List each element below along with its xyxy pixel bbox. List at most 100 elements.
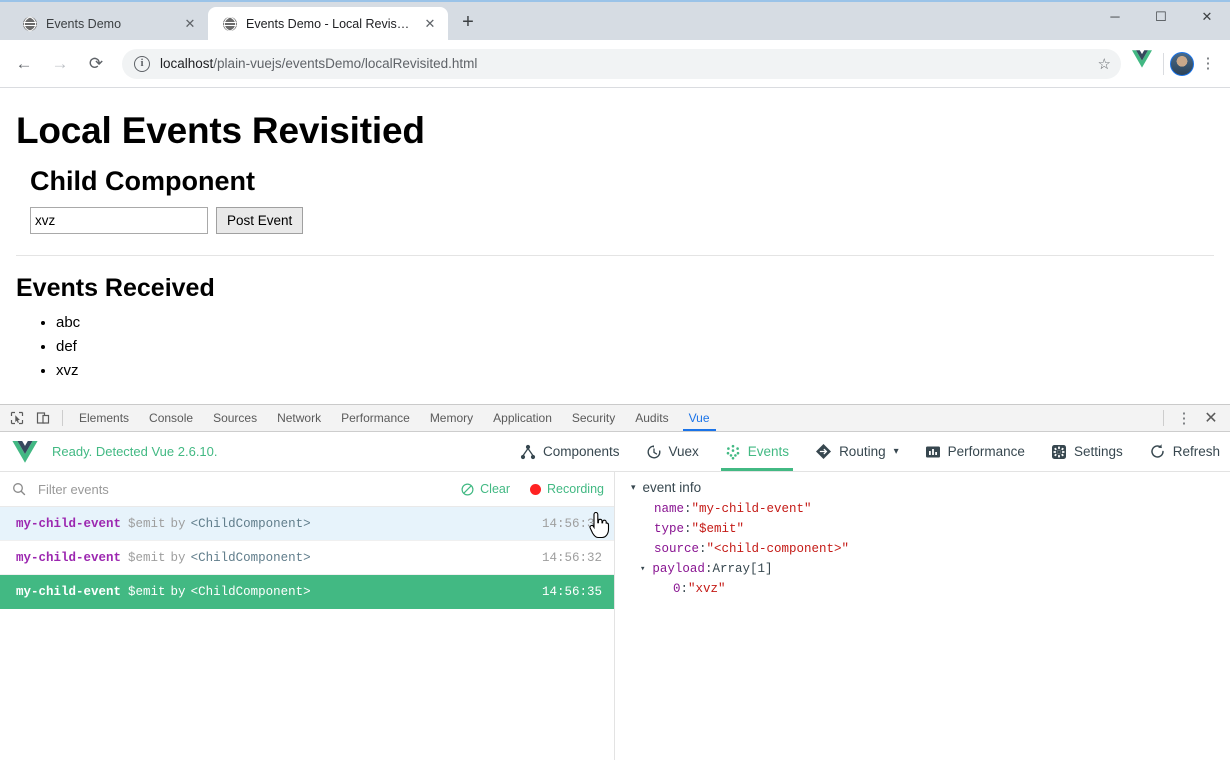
browser-tab-2[interactable]: Events Demo - Local Revisited ✕ — [208, 7, 448, 40]
devtools-tabbar-actions: ⋮ ✕ — [1157, 406, 1230, 430]
tab-title: Events Demo - Local Revisited — [246, 16, 412, 31]
table-row[interactable]: my-child-event $emit by <ChildComponent>… — [0, 541, 614, 575]
vue-nav-label: Components — [542, 444, 620, 459]
vue-nav-label: Settings — [1073, 444, 1123, 459]
info-value: "<child-component>" — [706, 542, 850, 556]
vue-nav-performance[interactable]: Performance — [925, 432, 1025, 471]
event-name: my-child-event — [16, 550, 122, 565]
list-item: xvz — [56, 359, 1214, 383]
avatar[interactable] — [1170, 51, 1194, 76]
table-row[interactable]: my-child-event $emit by <ChildComponent>… — [0, 575, 614, 609]
event-info-header[interactable]: ▾ event info — [631, 480, 1230, 495]
event-timestamp: 14:56:31 — [541, 516, 602, 531]
devtools-close-icon[interactable]: ✕ — [1198, 406, 1224, 430]
events-dots-icon — [725, 444, 741, 460]
event-name: my-child-event — [16, 584, 122, 599]
event-source: <ChildComponent> — [190, 550, 311, 565]
close-icon[interactable]: ✕ — [182, 16, 198, 32]
event-info-title: event info — [642, 480, 702, 495]
event-source: <ChildComponent> — [190, 516, 311, 531]
page-viewport: Local Events Revisitied Child Component … — [0, 88, 1230, 404]
vue-nav: Components Vuex Events Routing ▾ Perform… — [494, 432, 1220, 471]
maximize-button[interactable]: ☐ — [1138, 0, 1184, 34]
event-timestamp: 14:56:35 — [541, 584, 602, 599]
new-tab-button[interactable]: + — [454, 9, 482, 37]
forward-button[interactable]: → — [44, 48, 76, 80]
event-payload-input[interactable] — [30, 207, 208, 234]
info-value: "xvz" — [688, 582, 726, 596]
tab-strip: Events Demo ✕ Events Demo - Local Revisi… — [0, 0, 1230, 40]
vue-nav-refresh[interactable]: Refresh — [1149, 432, 1220, 471]
filter-events-input[interactable] — [36, 480, 442, 498]
bookmark-star-icon[interactable]: ☆ — [1098, 55, 1111, 73]
vue-nav-components[interactable]: Components — [520, 432, 620, 471]
devtools-tab-performance[interactable]: Performance — [331, 405, 420, 431]
close-window-button[interactable]: ✕ — [1184, 0, 1230, 34]
event-info-row-name: name : "my-child-event" — [631, 499, 1230, 519]
recording-label: Recording — [547, 482, 604, 496]
child-component-heading: Child Component — [30, 166, 255, 196]
chevron-down-icon[interactable]: ▾ — [640, 559, 645, 579]
table-row[interactable]: my-child-event $emit by <ChildComponent>… — [0, 507, 614, 541]
info-sep: : — [699, 542, 707, 556]
devtools-tab-elements[interactable]: Elements — [69, 405, 139, 431]
globe-icon — [22, 16, 38, 32]
site-info-icon[interactable]: i — [134, 55, 150, 72]
event-info-pane: ▾ event info name : "my-child-event" typ… — [615, 472, 1230, 760]
page-title: Local Events Revisitied — [16, 110, 425, 151]
minimize-button[interactable]: ─ — [1092, 0, 1138, 34]
vue-nav-vuex[interactable]: Vuex — [646, 432, 699, 471]
devtools-tab-console[interactable]: Console — [139, 405, 203, 431]
no-entry-icon — [461, 482, 474, 496]
devtools-tab-sources[interactable]: Sources — [203, 405, 267, 431]
close-icon[interactable]: ✕ — [422, 16, 438, 32]
url-text: localhost/plain-vuejs/eventsDemo/localRe… — [160, 56, 477, 71]
vue-panel-body: Clear Recording my-child-event $emit by … — [0, 472, 1230, 760]
vue-nav-settings[interactable]: Settings — [1051, 432, 1123, 471]
events-filter-bar: Clear Recording — [0, 472, 614, 507]
vue-nav-routing[interactable]: Routing ▾ — [815, 432, 899, 471]
events-received-list: abc def xvz — [16, 311, 1214, 383]
clear-events-button[interactable]: Clear — [461, 482, 510, 496]
chevron-down-icon[interactable]: ▾ — [894, 446, 899, 457]
vue-panel-header: Ready. Detected Vue 2.6.10. Components V… — [0, 432, 1230, 472]
devtools-tab-memory[interactable]: Memory — [420, 405, 483, 431]
vue-devtools-extension-icon[interactable] — [1127, 49, 1157, 79]
vue-nav-label: Events — [747, 444, 790, 459]
clear-label: Clear — [480, 482, 511, 496]
events-received-heading: Events Received — [16, 274, 215, 302]
post-event-button[interactable]: Post Event — [216, 207, 304, 234]
reload-button[interactable]: ⟳ — [80, 48, 112, 80]
vue-nav-events[interactable]: Events — [720, 432, 794, 471]
info-sep: : — [684, 522, 692, 536]
event-type: $emit — [128, 516, 166, 531]
event-type: $emit — [128, 550, 166, 565]
event-info-row-payload[interactable]: ▾ payload : Array[1] — [631, 559, 1230, 579]
devtools-tab-network[interactable]: Network — [267, 405, 331, 431]
devtools-tab-bar: Elements Console Sources Network Perform… — [0, 405, 1230, 432]
info-key: source — [654, 542, 700, 556]
refresh-icon — [1149, 443, 1166, 460]
back-button[interactable]: ← — [8, 48, 40, 80]
globe-icon — [222, 16, 238, 32]
section-divider — [16, 255, 1214, 256]
browser-menu-icon[interactable]: ⋮ — [1194, 56, 1222, 71]
address-bar[interactable]: i localhost/plain-vuejs/eventsDemo/local… — [122, 48, 1121, 79]
chevron-down-icon[interactable]: ▾ — [631, 482, 636, 493]
tab-title: Events Demo — [46, 16, 122, 31]
toolbar-divider — [1163, 52, 1164, 75]
devtools-tab-vue[interactable]: Vue — [679, 405, 720, 431]
devtools-tab-audits[interactable]: Audits — [625, 405, 678, 431]
devtools-tab-security[interactable]: Security — [562, 405, 625, 431]
recording-toggle[interactable]: Recording — [530, 482, 604, 496]
vue-nav-label: Refresh — [1172, 444, 1220, 459]
event-info-payload-item-0: 0 : "xvz" — [631, 579, 1230, 599]
device-toolbar-icon[interactable] — [30, 406, 56, 430]
devtools-more-icon[interactable]: ⋮ — [1170, 411, 1198, 426]
info-value: "$emit" — [691, 522, 745, 536]
inspect-element-icon[interactable] — [4, 406, 30, 430]
event-source: <ChildComponent> — [190, 584, 311, 599]
event-info-row-type: type : "$emit" — [631, 519, 1230, 539]
devtools-tab-application[interactable]: Application — [483, 405, 562, 431]
browser-tab-1[interactable]: Events Demo ✕ — [8, 7, 208, 40]
